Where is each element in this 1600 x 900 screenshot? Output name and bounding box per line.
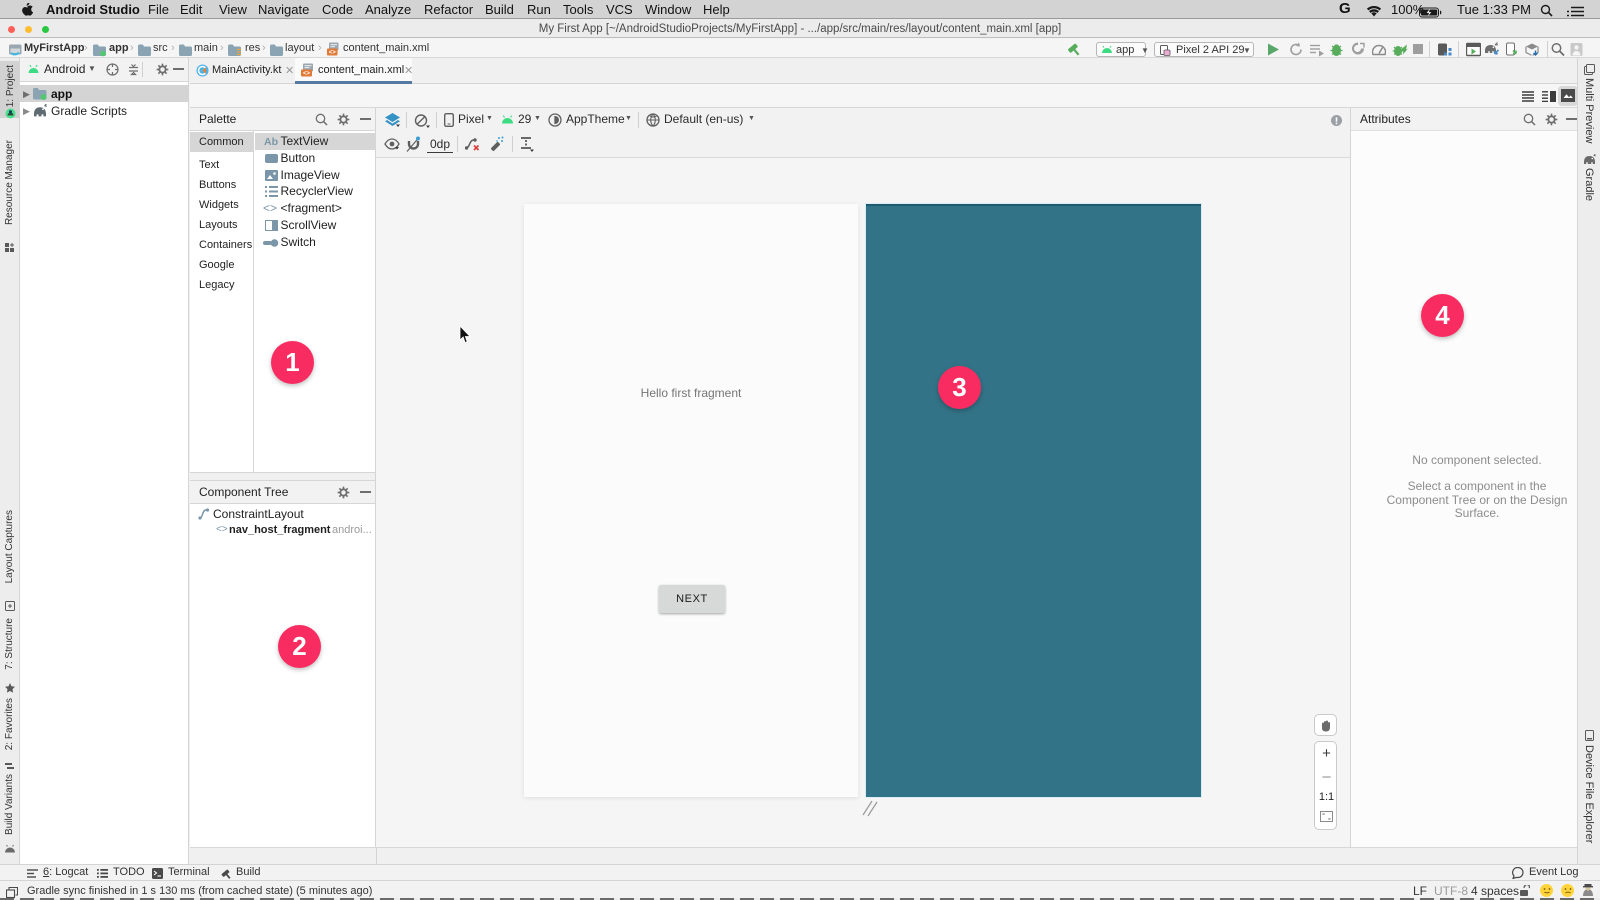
svg-text:<>: <> — [303, 71, 311, 77]
svg-text:<>: <> — [329, 50, 337, 56]
